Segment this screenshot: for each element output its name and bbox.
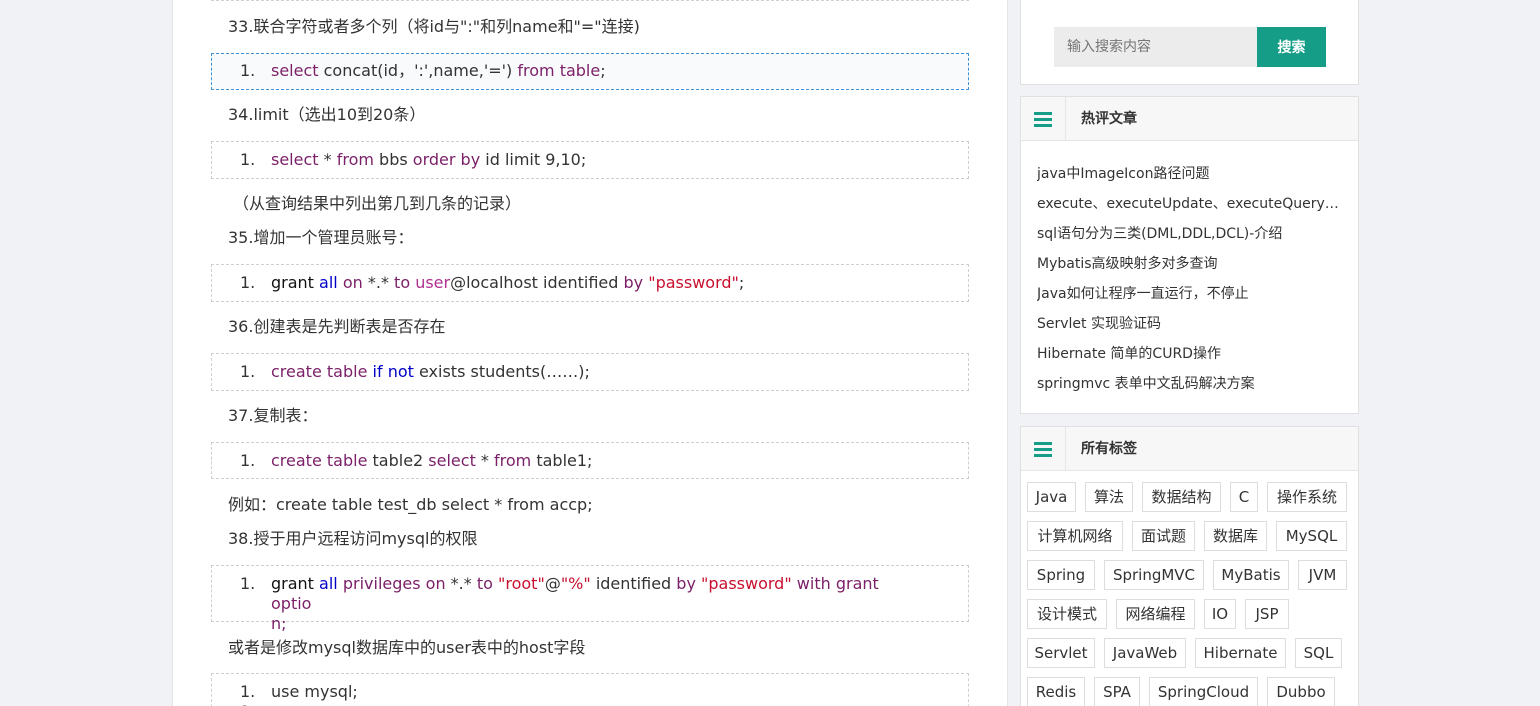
tag-link[interactable]: 算法 [1085, 482, 1133, 512]
tag-link[interactable]: JSP [1245, 599, 1289, 629]
section-34-title: 34.limit（选出10到20条） [228, 105, 426, 124]
divider [211, 0, 969, 1]
code-line: 1. create table table2 select * from tab… [240, 451, 593, 470]
hot-article-link[interactable]: Mybatis高级映射多对多查询 [1037, 249, 1343, 279]
tag-link[interactable]: SpringMVC [1104, 560, 1204, 590]
search-panel: 搜索 [1020, 0, 1359, 85]
code-line: 1. create table if not exists students(…… [240, 362, 590, 381]
code-line: 1. select concat(id，':',name,'=') from t… [240, 61, 606, 80]
hot-list: java中ImageIcon路径问题 execute、executeUpdate… [1037, 159, 1343, 399]
line-number: 1. [240, 150, 256, 169]
panel-header: 热评文章 [1021, 97, 1358, 141]
tag-link[interactable]: 面试题 [1132, 521, 1195, 551]
panel-title: 所有标签 [1081, 441, 1137, 457]
section-37-example: 例如：create table test_db select * from ac… [228, 495, 593, 514]
hot-article-link[interactable]: Hibernate 简单的CURD操作 [1037, 339, 1343, 369]
tag-link[interactable]: 操作系统 [1267, 482, 1347, 512]
hot-article-link[interactable]: java中ImageIcon路径问题 [1037, 159, 1343, 189]
tag-link[interactable]: JVM [1298, 560, 1347, 590]
search-button[interactable]: 搜索 [1257, 27, 1326, 67]
tag-link[interactable]: MySQL [1276, 521, 1347, 551]
hot-article-link[interactable]: springmvc 表单中文乱码解决方案 [1037, 369, 1343, 399]
line-number: 1. [240, 61, 256, 80]
menu-icon [1021, 97, 1066, 141]
section-38-alt: 或者是修改mysql数据库中的user表中的host字段 [228, 638, 586, 657]
code-block-33[interactable]: 1. select concat(id，':',name,'=') from t… [211, 53, 969, 90]
hot-articles-panel: 热评文章 java中ImageIcon路径问题 execute、executeU… [1020, 96, 1359, 414]
section-38-title: 38.授于用户远程访问mysql的权限 [228, 529, 478, 548]
code-line: 1. select * from bbs order by id limit 9… [240, 150, 587, 169]
hot-article-link[interactable]: Java如何让程序一直运行，不停止 [1037, 279, 1343, 309]
code-line: 1. use mysql; [240, 682, 358, 701]
code-line: n; [271, 614, 287, 633]
tag-link[interactable]: 设计模式 [1027, 599, 1107, 629]
code-block-34[interactable]: 1. select * from bbs order by id limit 9… [211, 141, 969, 179]
hot-article-link[interactable]: execute、executeUpdate、executeQuery三者的区别 [1037, 189, 1343, 219]
line-number: 1. [240, 362, 256, 381]
line-number: 1. [240, 451, 256, 470]
panel-title: 热评文章 [1081, 111, 1137, 127]
tag-link[interactable]: Java [1027, 482, 1076, 512]
tag-link[interactable]: 数据库 [1204, 521, 1267, 551]
code-block-35[interactable]: 1. grant all on *.* to user@localhost id… [211, 264, 969, 302]
line-number: 1. [240, 574, 256, 593]
tag-link[interactable]: 计算机网络 [1027, 521, 1123, 551]
tag-link[interactable]: Servlet [1027, 638, 1095, 668]
tag-link[interactable]: MyBatis [1213, 560, 1289, 590]
tag-link[interactable]: 网络编程 [1116, 599, 1195, 629]
tag-link[interactable]: SQL [1295, 638, 1342, 668]
tag-link[interactable]: SpringCloud [1149, 677, 1258, 706]
line-number: 1. [240, 682, 256, 701]
tag-link[interactable]: Hibernate [1195, 638, 1286, 668]
tag-link[interactable]: C [1230, 482, 1258, 512]
code-block-38[interactable]: 1. grant all privileges on *.* to "root"… [211, 565, 969, 633]
tag-link[interactable]: JavaWeb [1104, 638, 1186, 668]
line-number: 1. [240, 273, 256, 292]
section-36-title: 36.创建表是先判断表是否存在 [228, 317, 446, 336]
search-input[interactable] [1054, 27, 1258, 67]
tag-link[interactable]: Dubbo [1267, 677, 1335, 706]
article-column: 33.联合字符或者多个列（将id与":"和列name和"="连接) 1. sel… [172, 0, 1008, 706]
tag-link[interactable]: Redis [1027, 677, 1085, 706]
tag-link[interactable]: SPA [1094, 677, 1140, 706]
hot-article-link[interactable]: Servlet 实现验证码 [1037, 309, 1343, 339]
code-line: 1. grant all privileges on *.* to "root"… [240, 574, 879, 613]
tag-link[interactable]: 数据结构 [1142, 482, 1221, 512]
code-line: 1. grant all on *.* to user@localhost id… [240, 273, 745, 292]
menu-icon [1021, 427, 1066, 471]
section-37-title: 37.复制表： [228, 406, 318, 425]
code-block-38b[interactable]: 1. use mysql; 2. [211, 673, 969, 706]
code-block-37[interactable]: 1. create table table2 select * from tab… [211, 442, 969, 479]
section-35-title: 35.增加一个管理员账号： [228, 228, 414, 247]
tag-link[interactable]: IO [1204, 599, 1236, 629]
tag-link[interactable]: Spring [1027, 560, 1095, 590]
section-33-title: 33.联合字符或者多个列（将id与":"和列name和"="连接) [228, 17, 640, 36]
line-number: 2. [240, 702, 255, 706]
panel-header: 所有标签 [1021, 427, 1358, 471]
section-34-note: （从查询结果中列出第几到几条的记录） [233, 194, 522, 213]
code-block-36[interactable]: 1. create table if not exists students(…… [211, 353, 969, 391]
tags-panel: 所有标签 Java 算法 数据结构 C 操作系统 计算机网络 面试题 数据库 M… [1020, 426, 1359, 706]
hot-article-link[interactable]: sql语句分为三类(DML,DDL,DCL)-介绍 [1037, 219, 1343, 249]
